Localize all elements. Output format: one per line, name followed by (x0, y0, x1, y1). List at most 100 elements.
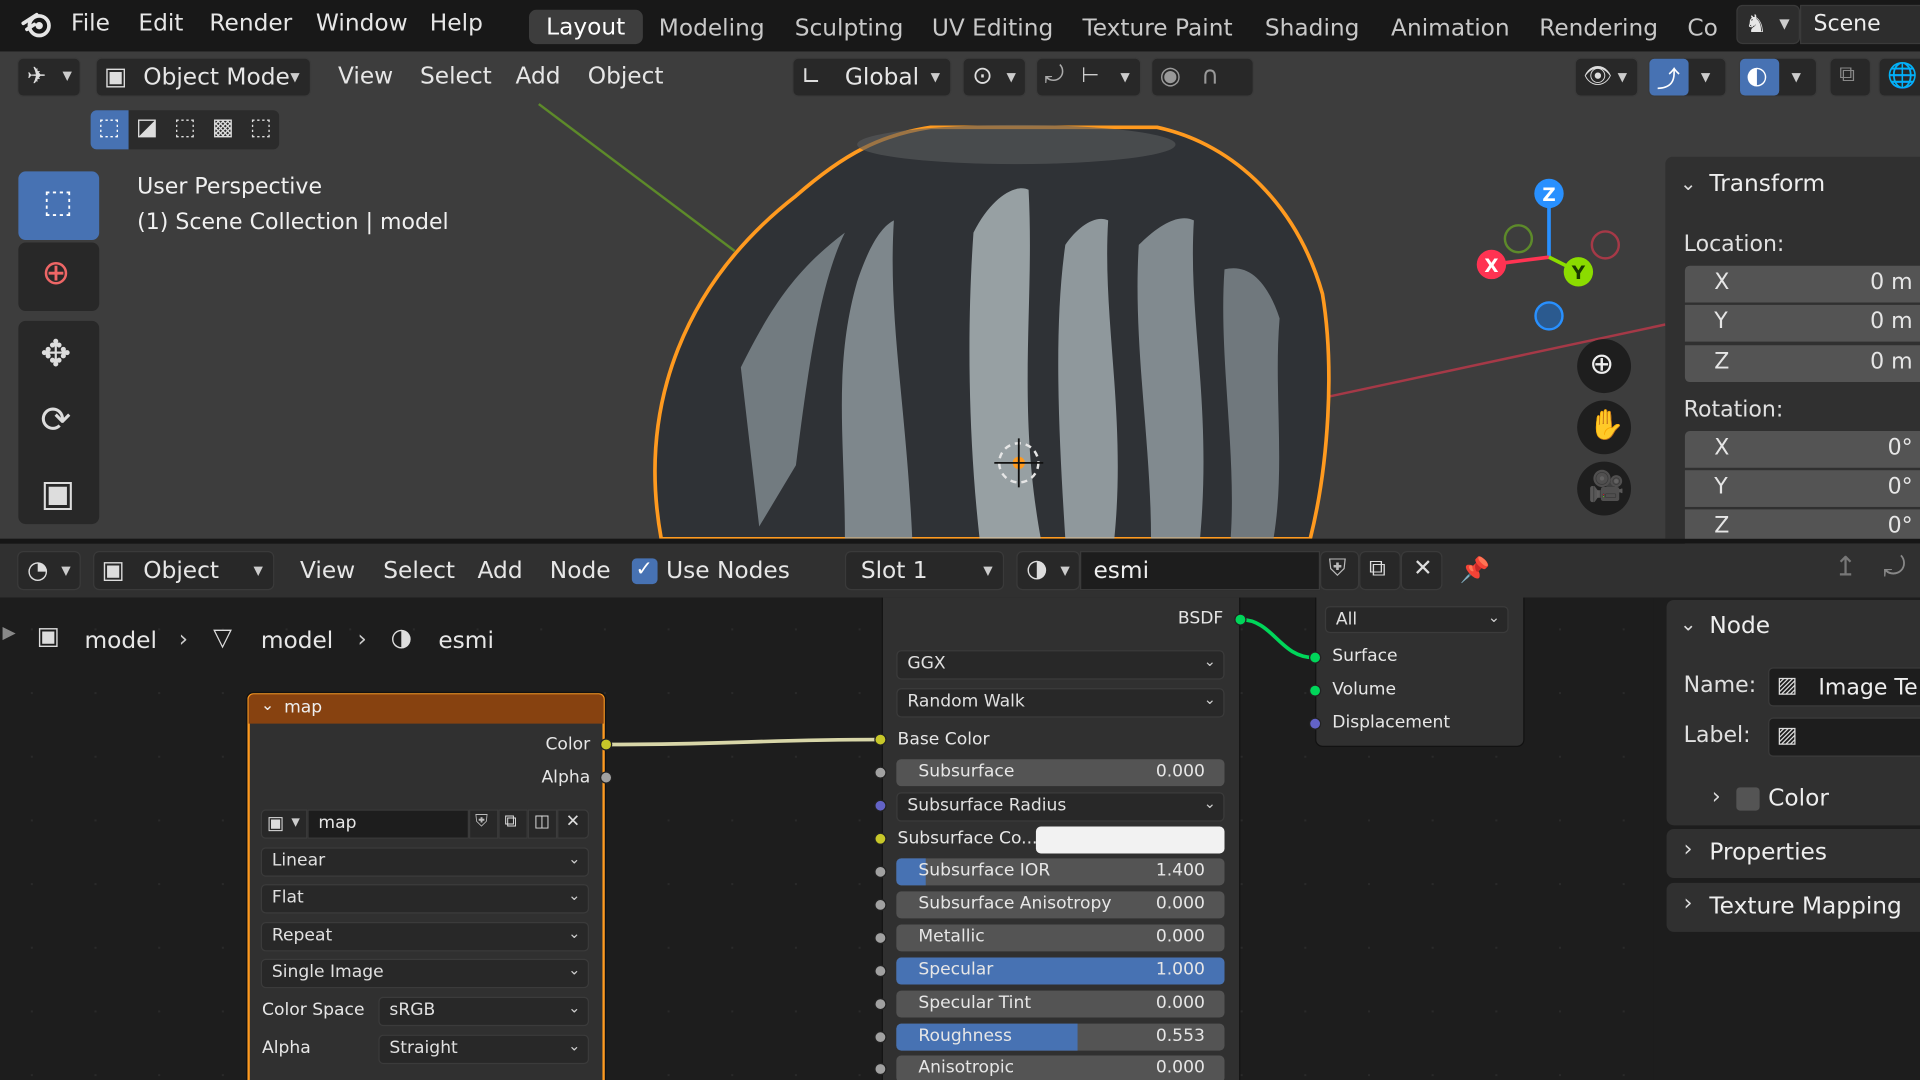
source-dropdown[interactable]: Single Image ⌄ (260, 958, 589, 989)
extension-dropdown[interactable]: Repeat ⌄ (260, 922, 589, 952)
tab-rendering[interactable]: Rendering (1539, 15, 1658, 42)
menu-render[interactable]: Render (209, 10, 292, 37)
parent-node-tree-icon[interactable]: ↥ (1834, 552, 1857, 583)
editor-type-button[interactable]: ✈ ▼ (17, 57, 81, 97)
visibility-dropdown[interactable]: 👁 ▼ (1574, 57, 1639, 97)
material-browse-button[interactable]: ◑ ▼ (1016, 551, 1081, 591)
location-x-field[interactable]: X 0 m (1684, 265, 1920, 303)
xray-toggle[interactable]: ⧉ (1829, 57, 1872, 97)
bsdf-output-socket[interactable] (1234, 613, 1247, 626)
overlays-toggle[interactable]: ◐ ▼ (1738, 57, 1818, 97)
bsdf-field-subsurface-anisotropy[interactable]: Subsurface Anisotropy 0.000 (896, 891, 1225, 919)
node-label-field[interactable]: ▨ (1768, 717, 1920, 757)
object-mode-dropdown[interactable]: ▣ Object Mode ▼ (95, 57, 312, 97)
node-name-field[interactable]: ▨ Image Te (1768, 667, 1920, 707)
snapping-toggle[interactable]: ⤾ ⊢ ▼ (1035, 57, 1142, 97)
node-menu-select[interactable]: Select (383, 557, 455, 584)
surface-input-socket[interactable] (1308, 651, 1322, 664)
color-subpanel-label[interactable]: Color (1768, 785, 1829, 812)
tool-cursor[interactable]: ⊕ (18, 242, 100, 312)
pan-button[interactable]: ✋ (1577, 400, 1632, 455)
subsurface-radius-dropdown[interactable]: Subsurface Radius ⌄ (896, 792, 1225, 822)
pivot-point-dropdown[interactable]: ⊙ ▼ (962, 57, 1027, 97)
viewport-menu-view[interactable]: View (338, 62, 393, 89)
navigation-gizmo[interactable]: Z X Y (1463, 171, 1628, 342)
bsdf-input-socket[interactable] (874, 997, 887, 1011)
chevron-down-icon[interactable]: ⌄ (1680, 612, 1696, 635)
viewport-3d[interactable] (0, 51, 1920, 539)
bsdf-input-socket[interactable] (874, 1062, 887, 1076)
base-color-input-socket[interactable] (874, 733, 887, 746)
node-panel-title[interactable]: Node (1709, 612, 1770, 639)
transform-orientation-dropdown[interactable]: ∟ Global ▼ (792, 57, 952, 97)
image-open-button[interactable]: ◫ (527, 809, 558, 839)
image-unlink-button[interactable]: ✕ (557, 809, 589, 839)
menu-help[interactable]: Help (430, 10, 483, 37)
tool-select-box[interactable]: ⬚ (18, 171, 100, 241)
tab-uv-editing[interactable]: UV Editing (932, 15, 1053, 42)
alpha-mode-dropdown[interactable]: Straight ⌄ (378, 1034, 589, 1065)
bsdf-field-metallic[interactable]: Metallic 0.000 (896, 924, 1225, 952)
collapse-icon[interactable]: ⌄ (261, 697, 274, 715)
tool-move[interactable]: ✥ ⟳ ▣ (18, 320, 100, 525)
pin-icon[interactable]: 📌 (1460, 555, 1490, 584)
subsurface-radius-socket[interactable] (874, 799, 887, 812)
material-name-field[interactable]: esmi (1080, 551, 1321, 591)
select-invert-icon[interactable]: ▩ (212, 114, 234, 141)
shader-type-dropdown[interactable]: ▣ Object ▼ (93, 551, 275, 591)
menu-edit[interactable]: Edit (138, 10, 183, 37)
alpha-output-socket[interactable] (600, 771, 613, 784)
interpolation-dropdown[interactable]: Linear ⌄ (260, 847, 589, 877)
image-browse-button[interactable]: ▣ ▼ (260, 809, 308, 839)
viewport-menu-object[interactable]: Object (588, 62, 664, 89)
bsdf-input-socket[interactable] (874, 766, 887, 779)
material-slot-dropdown[interactable]: Slot 1 ▼ (844, 551, 1005, 591)
zoom-button[interactable]: ⊕ (1577, 339, 1632, 394)
properties-panel[interactable]: › Properties (1666, 828, 1920, 878)
subsurface-method-dropdown[interactable]: Random Walk ⌄ (896, 688, 1225, 718)
bsdf-field-anisotropic[interactable]: Anisotropic 0.000 (896, 1055, 1225, 1080)
bsdf-input-socket[interactable] (874, 865, 887, 878)
subsurface-color-socket[interactable] (874, 832, 887, 845)
tab-modeling[interactable]: Modeling (659, 15, 765, 42)
color-space-dropdown[interactable]: sRGB ⌄ (378, 996, 589, 1027)
texture-mapping-panel[interactable]: › Texture Mapping (1666, 882, 1920, 932)
color-checkbox[interactable] (1736, 787, 1760, 811)
bsdf-field-specular-tint[interactable]: Specular Tint 0.000 (896, 990, 1225, 1018)
subsurface-color-swatch[interactable] (1035, 826, 1225, 854)
select-new-button[interactable]: ⬚ (90, 110, 129, 150)
bsdf-field-subsurface-ior[interactable]: Subsurface IOR 1.400 (896, 858, 1225, 886)
shading-wireframe-button[interactable]: 🌐 (1878, 57, 1920, 97)
snapping-icon[interactable]: ⤾ (1883, 552, 1905, 583)
proportional-editing-toggle[interactable]: ◉ ∩ (1151, 57, 1254, 97)
chevron-right-icon[interactable]: › (1712, 784, 1721, 810)
bsdf-field-specular[interactable]: Specular 1.000 (896, 957, 1225, 985)
image-duplicate-button[interactable]: ⧉ (498, 809, 528, 839)
node-editor-type-button[interactable]: ◔ ▼ (17, 551, 81, 591)
tab-layout[interactable]: Layout (528, 9, 643, 45)
bsdf-input-socket[interactable] (874, 931, 887, 945)
bsdf-input-socket[interactable] (874, 964, 887, 978)
image-texture-node-header[interactable]: ⌄ map (248, 694, 604, 724)
viewport-menu-select[interactable]: Select (420, 62, 492, 89)
rotation-y-field[interactable]: Y 0° (1684, 470, 1920, 507)
bsdf-input-socket[interactable] (874, 1031, 887, 1044)
tab-animation[interactable]: Animation (1391, 15, 1510, 42)
distribution-dropdown[interactable]: GGX ⌄ (896, 650, 1225, 680)
bsdf-input-socket[interactable] (874, 898, 887, 912)
node-menu-view[interactable]: View (300, 557, 355, 584)
node-menu-node[interactable]: Node (550, 557, 611, 584)
duplicate-material-button[interactable]: ⧉ (1359, 551, 1401, 591)
node-menu-add[interactable]: Add (478, 557, 523, 584)
viewport-menu-add[interactable]: Add (516, 62, 561, 89)
select-intersect-icon[interactable]: ⬚ (250, 114, 272, 141)
image-name-field[interactable]: map (307, 809, 469, 839)
scene-selector-button[interactable]: ♞ ▼ (1736, 4, 1801, 45)
tab-texture-paint[interactable]: Texture Paint (1082, 15, 1232, 42)
menu-file[interactable]: File (71, 10, 110, 37)
location-z-field[interactable]: Z 0 m (1684, 345, 1920, 383)
output-target-dropdown[interactable]: All ⌄ (1324, 606, 1509, 634)
blender-logo-icon[interactable] (20, 7, 54, 41)
image-fake-user-button[interactable]: ⛨ (468, 809, 499, 839)
gizmo-toggle[interactable]: ⤴ ▼ (1648, 57, 1727, 97)
